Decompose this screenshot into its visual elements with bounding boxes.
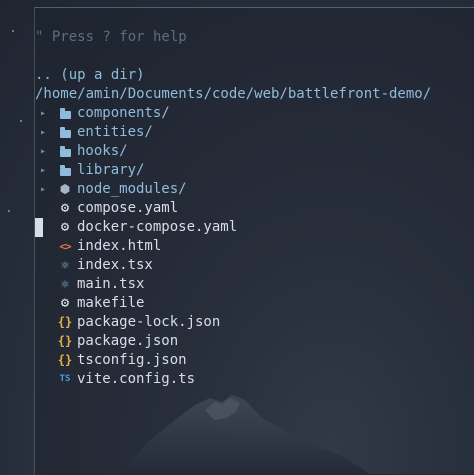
star [12, 30, 14, 32]
expand-arrow-icon[interactable]: ▸ [37, 180, 49, 199]
tree-file-entry[interactable]: ⚛ main.tsx [35, 275, 465, 294]
json-icon: {} [57, 353, 73, 367]
folder-icon [57, 123, 73, 142]
terminal-window[interactable]: " Press ? for help .. (up a dir) /home/a… [34, 7, 474, 475]
folder-icon [57, 142, 73, 161]
tree-dir-entry[interactable]: ▸ ⬢ node_modules/ [35, 180, 465, 199]
tree-file-entry[interactable]: <> index.html [35, 237, 465, 256]
entry-name: index.html [77, 238, 162, 254]
entry-name: vite.config.ts [77, 371, 196, 387]
cursor-block [35, 218, 43, 237]
json-icon: {} [57, 315, 73, 329]
tree-file-entry[interactable]: {} tsconfig.json [35, 351, 465, 370]
expand-arrow-icon[interactable]: ▸ [37, 104, 49, 123]
entry-name: docker-compose.yaml [77, 219, 238, 235]
typescript-icon: TS [59, 374, 71, 384]
entry-name: components/ [77, 105, 170, 121]
json-icon: {} [57, 334, 73, 348]
star [20, 120, 22, 122]
gear-icon: ⚙ [60, 219, 70, 235]
tree-file-entry[interactable]: ⚙ docker-compose.yaml [35, 218, 465, 237]
tree-file-entry[interactable]: ⚙ compose.yaml [35, 199, 465, 218]
tree-dir-entry[interactable]: ▸ entities/ [35, 123, 465, 142]
entry-name: compose.yaml [77, 200, 179, 216]
up-dir-entry[interactable]: .. (up a dir) [35, 66, 145, 85]
expand-arrow-icon[interactable]: ▸ [37, 123, 49, 142]
tree-file-entry[interactable]: TS vite.config.ts [35, 370, 465, 389]
entry-name: package.json [77, 333, 179, 349]
gear-icon: ⚙ [60, 295, 70, 311]
tree-file-entry[interactable]: {} package.json [35, 332, 465, 351]
react-icon: ⚛ [61, 258, 69, 273]
tree-file-entry[interactable]: {} package-lock.json [35, 313, 465, 332]
react-icon: ⚛ [61, 277, 69, 292]
current-directory-path: /home/amin/Documents/code/web/battlefron… [35, 86, 432, 102]
expand-arrow-icon[interactable]: ▸ [37, 142, 49, 161]
folder-icon [57, 104, 73, 123]
entry-name: tsconfig.json [77, 352, 187, 368]
help-hint: " Press ? for help [35, 29, 187, 45]
entry-name: library/ [77, 162, 145, 178]
entry-name: entities/ [77, 124, 153, 140]
folder-icon [57, 161, 73, 180]
tree-dir-entry[interactable]: ▸ hooks/ [35, 142, 465, 161]
tree-file-entry[interactable]: ⚛ index.tsx [35, 256, 465, 275]
expand-arrow-icon[interactable]: ▸ [37, 161, 49, 180]
gear-icon: ⚙ [60, 200, 70, 216]
star [8, 210, 10, 212]
nodejs-icon: ⬢ [59, 182, 71, 196]
entry-name: hooks/ [77, 143, 128, 159]
tree-file-entry[interactable]: ⚙ makefile [35, 294, 465, 313]
html-icon: <> [59, 240, 71, 253]
entry-name: index.tsx [77, 257, 153, 273]
entry-name: package-lock.json [77, 314, 221, 330]
tree-dir-entry[interactable]: ▸ library/ [35, 161, 465, 180]
entry-name: node_modules/ [77, 181, 187, 197]
entry-name: makefile [77, 295, 145, 311]
tree-dir-entry[interactable]: ▸ components/ [35, 104, 465, 123]
entry-name: main.tsx [77, 276, 145, 292]
